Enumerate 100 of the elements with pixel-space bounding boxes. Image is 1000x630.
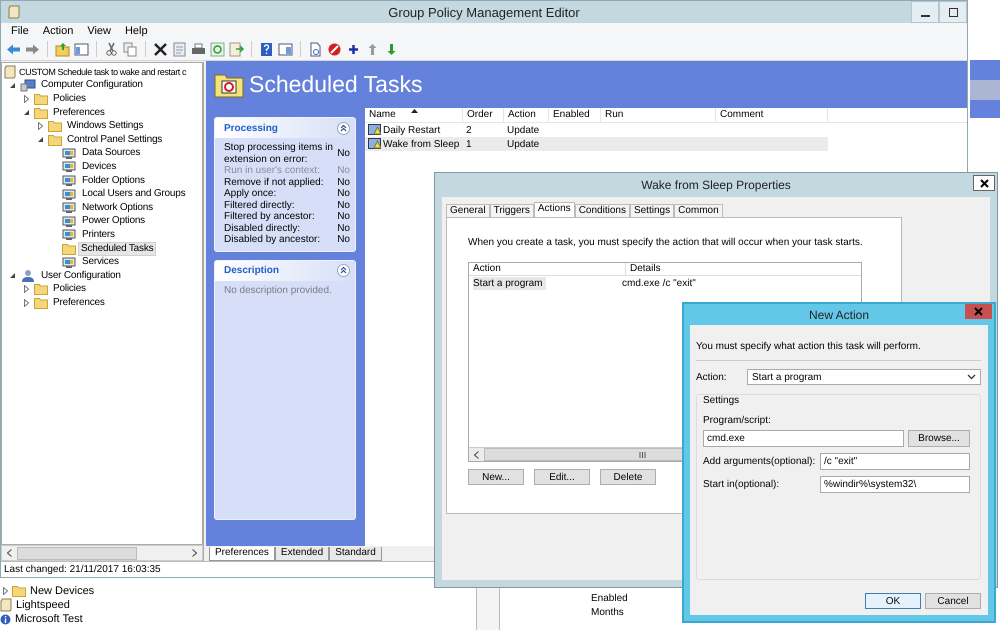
- setting-value: No: [337, 148, 350, 160]
- tree-item[interactable]: Preferences: [50, 106, 108, 120]
- tree-item[interactable]: Lightspeed: [14, 599, 70, 611]
- column-header[interactable]: Run: [601, 108, 716, 122]
- maximize-button[interactable]: [939, 1, 967, 23]
- tree-item[interactable]: Control Panel Settings: [64, 132, 166, 147]
- tab[interactable]: Conditions: [574, 204, 630, 217]
- tree-item[interactable]: Windows Settings: [64, 119, 146, 134]
- tree-item[interactable]: Policies: [50, 92, 89, 106]
- menu-item[interactable]: View: [80, 24, 118, 36]
- table-row[interactable]: Daily Restart 2 Update: [365, 123, 828, 137]
- dialog-button[interactable]: Delete: [600, 469, 656, 485]
- export-icon[interactable]: [229, 42, 244, 56]
- console-tree-icon[interactable]: [74, 42, 89, 56]
- collapse-icon[interactable]: [337, 264, 350, 277]
- stop-icon[interactable]: [327, 42, 342, 56]
- task-icon: [368, 124, 381, 136]
- setting-label: Filtered by ancestor:: [224, 211, 316, 222]
- dialog-button[interactable]: New...: [468, 469, 524, 485]
- menu-item[interactable]: Help: [118, 24, 155, 36]
- dialog-button[interactable]: OK: [865, 593, 921, 609]
- dialog-button[interactable]: Edit...: [534, 469, 590, 485]
- folder-icon: [34, 106, 48, 119]
- tree-item[interactable]: CUSTOM Schedule task to wake and restart c: [18, 64, 188, 79]
- column-header[interactable]: Action: [469, 263, 626, 275]
- tree-item[interactable]: Folder Options: [79, 174, 148, 188]
- close-button[interactable]: [973, 175, 995, 191]
- expanded-arrow-icon[interactable]: [36, 136, 44, 144]
- refresh-icon[interactable]: [210, 42, 225, 56]
- help-icon[interactable]: [259, 42, 274, 56]
- table-cell[interactable]: Start a program: [473, 276, 546, 290]
- tab[interactable]: Actions: [534, 202, 575, 217]
- column-header[interactable]: Order: [463, 108, 504, 122]
- document-icon[interactable]: [308, 42, 323, 56]
- column-header[interactable]: Details: [626, 263, 661, 275]
- print-icon[interactable]: [191, 42, 206, 56]
- tree-item[interactable]: Preferences: [50, 296, 108, 310]
- start-in-field[interactable]: %windir%\system32\: [820, 476, 970, 493]
- view-tab[interactable]: Standard: [329, 547, 382, 561]
- expanded-arrow-icon[interactable]: [8, 272, 16, 280]
- tree-item[interactable]: User Configuration: [38, 268, 124, 283]
- tab[interactable]: General: [446, 204, 490, 217]
- tree-item[interactable]: Computer Configuration: [38, 78, 146, 92]
- minimize-button[interactable]: [911, 1, 939, 23]
- tree-item[interactable]: Power Options: [79, 214, 148, 228]
- collapse-icon[interactable]: [337, 122, 350, 134]
- collapsed-arrow-icon[interactable]: [2, 587, 8, 595]
- menu-item[interactable]: Action: [36, 24, 80, 36]
- collapsed-arrow-icon[interactable]: [22, 94, 30, 103]
- panel-icon[interactable]: [278, 42, 293, 56]
- column-header[interactable]: Action: [504, 108, 549, 122]
- tree-item[interactable]: Data Sources: [79, 146, 144, 160]
- browse-button[interactable]: Browse...: [908, 430, 970, 447]
- setting-value: No: [337, 234, 350, 246]
- delete-icon[interactable]: [153, 42, 168, 56]
- column-header[interactable]: Name: [365, 108, 463, 122]
- view-tab[interactable]: Preferences: [209, 547, 275, 561]
- scroll-right-icon[interactable]: [192, 549, 197, 557]
- table-row[interactable]: Wake from Sleep 1 Update: [365, 137, 828, 151]
- scroll-left-icon[interactable]: [474, 450, 479, 458]
- chevron-down-icon: [967, 374, 976, 380]
- dialog-button[interactable]: Cancel: [925, 593, 981, 609]
- folder-icon: [34, 296, 48, 309]
- copy-icon[interactable]: [123, 42, 138, 56]
- menu-item[interactable]: File: [4, 24, 36, 36]
- tree-item[interactable]: Network Options: [79, 200, 156, 215]
- tab[interactable]: Settings: [630, 204, 674, 217]
- folder-up-icon[interactable]: [55, 42, 70, 56]
- expanded-arrow-icon[interactable]: [22, 109, 30, 116]
- sort-arrow-icon: [410, 109, 418, 113]
- panel-title: Description: [224, 265, 280, 276]
- scroll-left-icon[interactable]: [7, 549, 12, 557]
- collapsed-arrow-icon[interactable]: [36, 122, 44, 130]
- instruction-text: When you create a task, you must specify the action that will occur when your task starts.: [468, 237, 864, 248]
- tab[interactable]: Triggers: [490, 204, 534, 217]
- back-arrow-icon[interactable]: [6, 42, 21, 56]
- tree-item[interactable]: Local Users and Groups: [79, 187, 188, 202]
- collapsed-arrow-icon[interactable]: [22, 298, 30, 307]
- tree-item[interactable]: Policies: [50, 282, 89, 296]
- program-field[interactable]: cmd.exe: [703, 430, 904, 447]
- dialog-title: New Action: [808, 308, 870, 322]
- tree-item[interactable]: Scheduled Tasks: [78, 242, 156, 256]
- tree-item[interactable]: Services: [79, 255, 122, 270]
- folder-clock-icon: [214, 72, 244, 98]
- tree-item[interactable]: Printers: [79, 228, 118, 242]
- arguments-field[interactable]: /c "exit": [820, 453, 970, 470]
- tree-item[interactable]: Microsoft Test: [13, 613, 83, 625]
- horizontal-scrollbar[interactable]: [1, 545, 203, 561]
- column-header[interactable]: Comment: [716, 108, 828, 122]
- column-header[interactable]: Enabled: [549, 108, 601, 122]
- tree-item[interactable]: Devices: [79, 160, 120, 174]
- cut-icon[interactable]: [104, 42, 119, 56]
- expanded-arrow-icon[interactable]: [8, 82, 16, 89]
- collapsed-arrow-icon[interactable]: [22, 285, 30, 294]
- tree-item[interactable]: New Devices: [28, 585, 94, 597]
- action-dropdown[interactable]: Start a program: [747, 369, 981, 385]
- forward-arrow-icon[interactable]: [25, 42, 40, 56]
- tab[interactable]: Common: [674, 204, 723, 217]
- view-tab[interactable]: Extended: [274, 547, 330, 561]
- field-label: Program/script:: [703, 415, 772, 426]
